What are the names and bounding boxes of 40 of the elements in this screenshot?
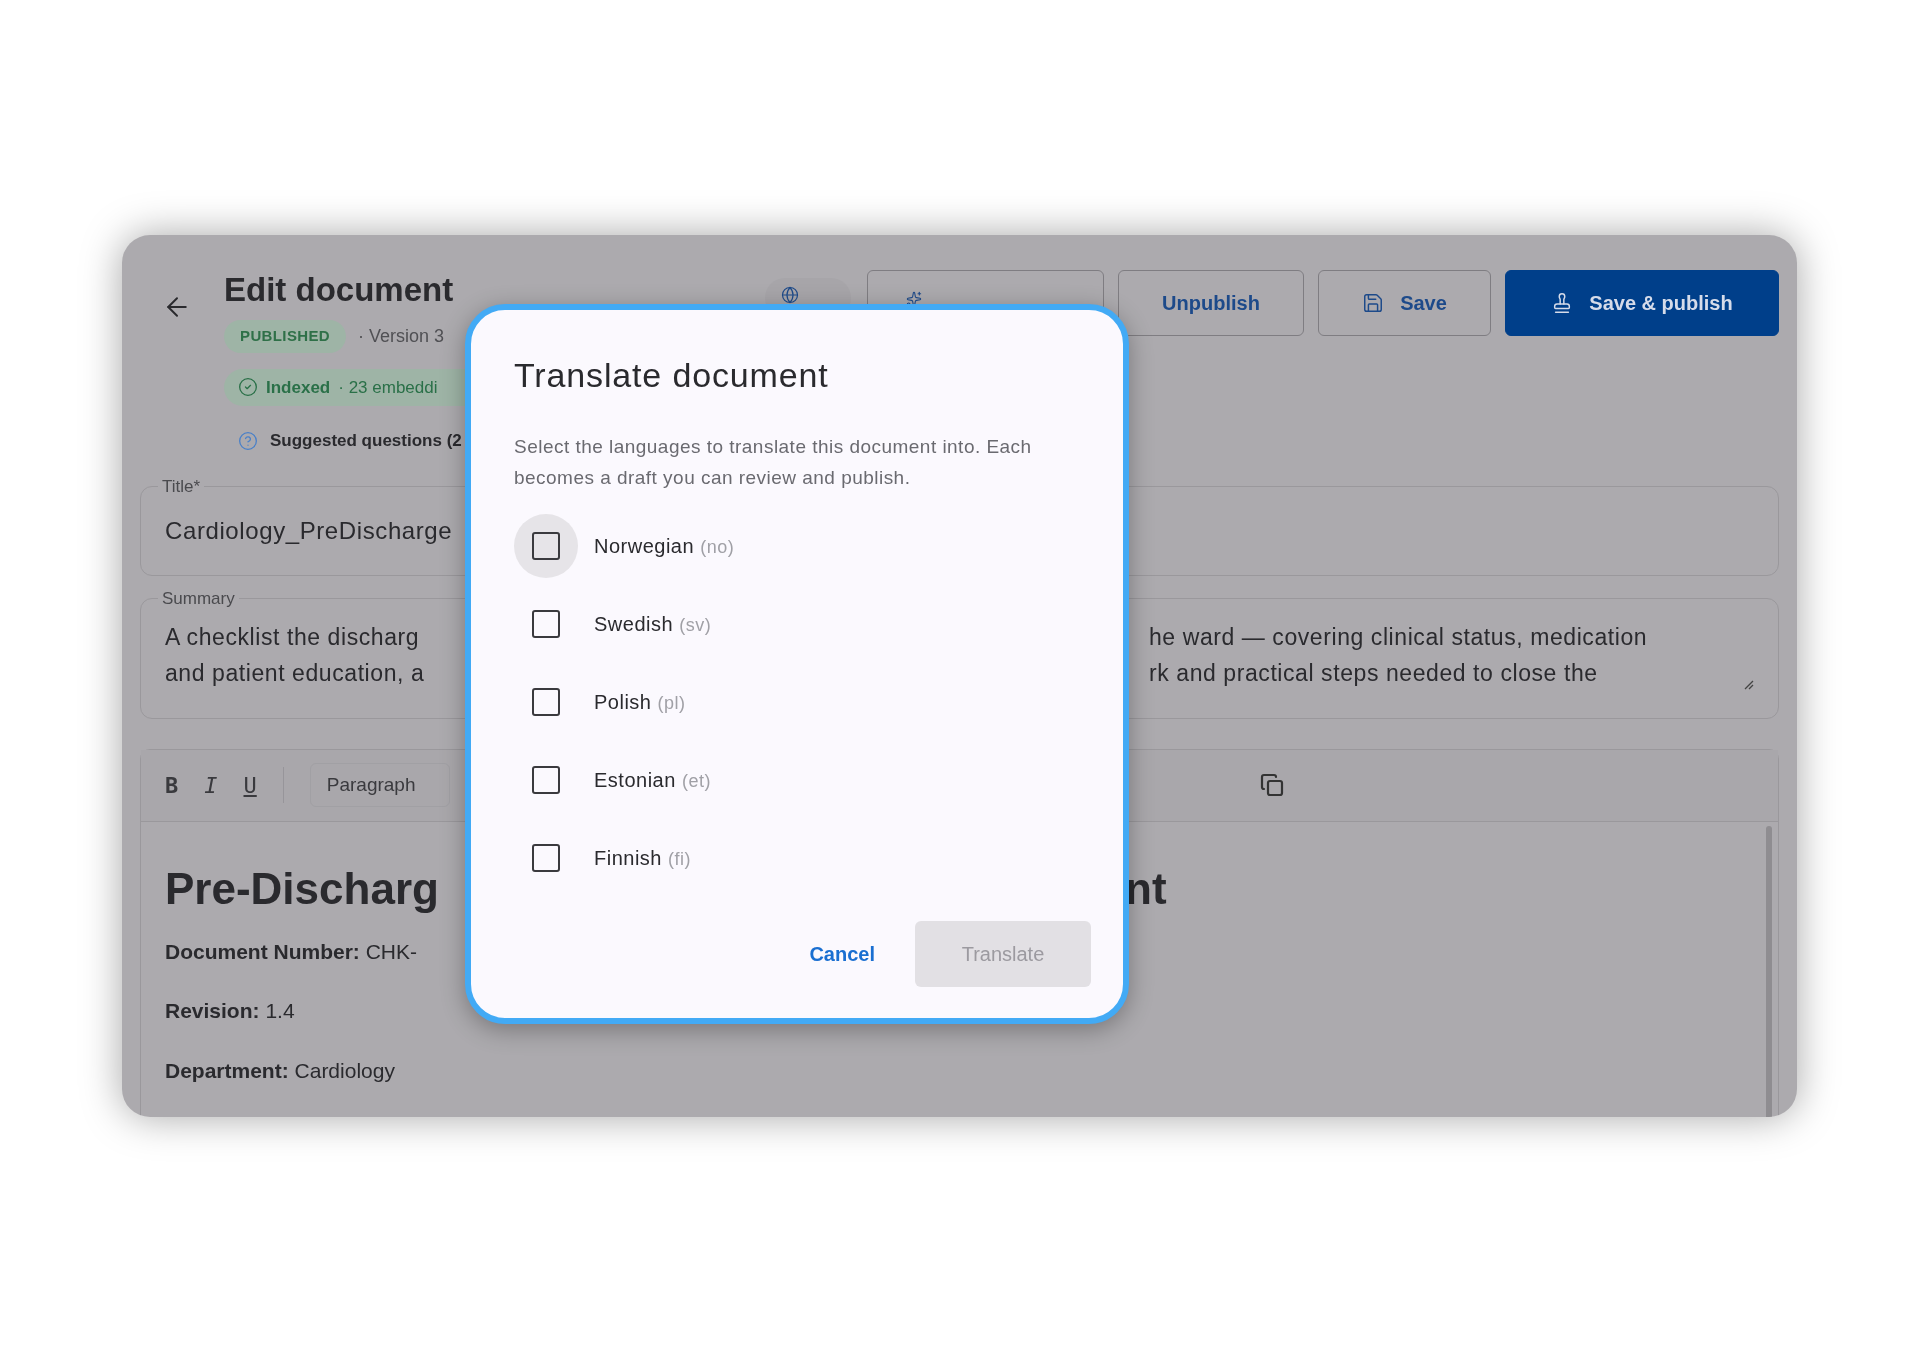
check-circle-icon (238, 377, 258, 398)
language-label[interactable]: Polish (pl) (594, 687, 686, 717)
format-button[interactable]: U (243, 768, 257, 802)
language-label[interactable]: Norwegian (no) (594, 531, 735, 561)
document-heading: nt (1125, 863, 1167, 914)
summary-text: A checklist the discharg (165, 622, 420, 652)
block-style-select[interactable]: Paragraph (309, 763, 450, 807)
language-label[interactable]: Finnish (fi) (594, 843, 692, 873)
globe-icon (781, 286, 799, 304)
header-button[interactable]: Save (1318, 270, 1491, 336)
dialog-description: Select the languages to translate this document into. Each becomes a draft you can review and publish. (514, 435, 1033, 490)
status-badge: PUBLISHED (224, 320, 347, 353)
format-button[interactable]: B (165, 768, 179, 802)
copy-icon[interactable] (1260, 773, 1284, 797)
cancel-button[interactable]: Cancel (797, 931, 887, 977)
document-heading: Pre-Discharg (165, 863, 440, 914)
save-publish-button[interactable]: Save & publish (1505, 270, 1779, 336)
page-title: Edit document (224, 270, 455, 310)
sparkle-icon (906, 291, 922, 307)
language-label[interactable]: Swedish (sv) (594, 609, 712, 639)
checkbox[interactable] (532, 766, 560, 794)
summary-text: he ward — covering clinical status, medication (1149, 622, 1648, 652)
dialog-title: Translate document (514, 355, 830, 396)
resize-handle-icon (1744, 679, 1754, 690)
checkbox[interactable] (532, 532, 560, 560)
suggested-questions-link[interactable]: Suggested questions (2 (270, 428, 462, 454)
document-field: Department: Cardiology (165, 1054, 395, 1086)
summary-text: rk and practical steps needed to close the (1149, 658, 1598, 688)
document-field: Revision: 1.4 (165, 995, 295, 1027)
save-icon (1362, 292, 1385, 314)
document-field: Document Number: CHK- (165, 935, 418, 967)
checkbox[interactable] (532, 844, 560, 872)
scrollbar[interactable] (1766, 825, 1772, 1117)
version-label: · Version 3 (358, 324, 445, 348)
checkbox[interactable] (532, 688, 560, 716)
format-button[interactable]: I (204, 768, 218, 802)
help-icon (238, 430, 258, 451)
summary-text: and patient education, a (165, 658, 425, 688)
checkbox[interactable] (532, 610, 560, 638)
language-label[interactable]: Estonian (et) (594, 765, 711, 795)
